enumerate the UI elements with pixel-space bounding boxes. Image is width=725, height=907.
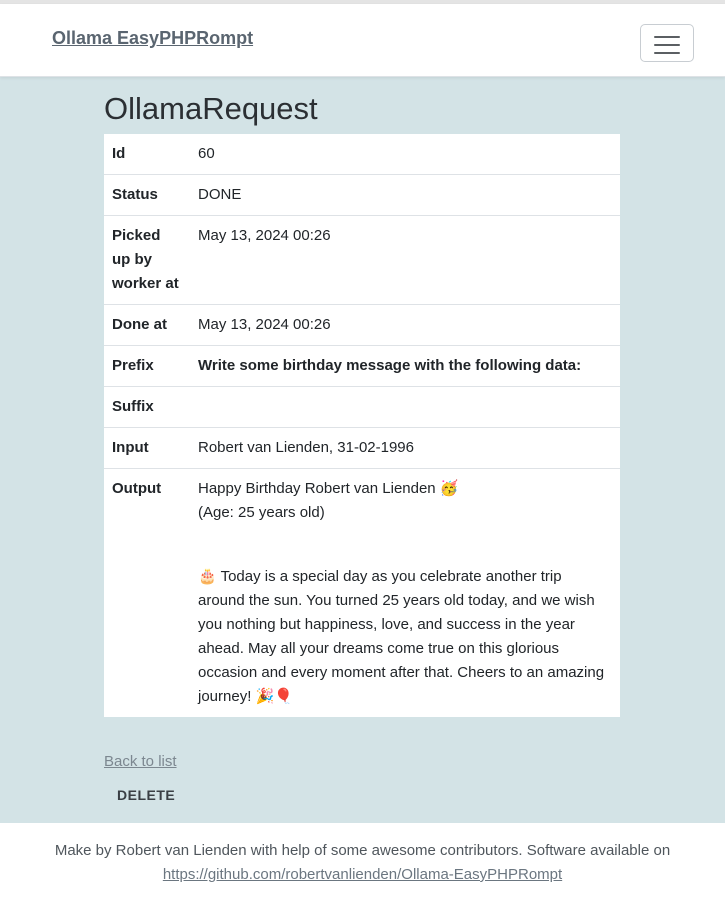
table-row: Done at May 13, 2024 00:26 bbox=[104, 304, 620, 346]
navbar: Ollama EasyPHPRompt bbox=[0, 4, 725, 77]
table-row: Id 60 bbox=[104, 134, 620, 175]
hamburger-menu-icon bbox=[654, 36, 680, 60]
back-to-list-link[interactable]: Back to list bbox=[104, 753, 177, 770]
row-label-picked-up: Picked up by worker at bbox=[104, 215, 190, 305]
row-value-input: Robert van Lienden, 31-02-1996 bbox=[190, 427, 620, 469]
row-label-input: Input bbox=[104, 427, 190, 469]
table-row: Prefix Write some birthday message with … bbox=[104, 345, 620, 387]
row-label-id: Id bbox=[112, 145, 126, 162]
delete-button[interactable]: DELETE bbox=[104, 781, 188, 809]
table-row: Status DONE bbox=[104, 174, 620, 216]
navbar-toggler-button[interactable] bbox=[640, 24, 694, 62]
row-value-prefix: Write some birthday message with the fol… bbox=[190, 345, 620, 387]
row-label-done-at: Done at bbox=[104, 304, 190, 346]
page-title: OllamaRequest bbox=[104, 91, 318, 126]
output-age: (Age: 25 years old) bbox=[198, 504, 325, 521]
row-value-done-at: May 13, 2024 00:26 bbox=[190, 304, 620, 346]
row-label-status: Status bbox=[104, 174, 190, 216]
output-paragraph: 🎂 Today is a special day as you celebrat… bbox=[198, 568, 605, 705]
row-value-suffix bbox=[190, 386, 620, 428]
row-label-output: Output bbox=[104, 468, 190, 717]
github-link[interactable]: https://github.com/robertvanlienden/Olla… bbox=[163, 866, 562, 883]
brand-link[interactable]: Ollama EasyPHPRompt bbox=[52, 28, 253, 49]
row-value-picked-up: May 13, 2024 00:26 bbox=[190, 215, 620, 305]
details-table: Id 60 Status DONE Picked up by worker at… bbox=[104, 134, 620, 717]
table-row: Suffix bbox=[104, 386, 620, 428]
row-value-id: 60 bbox=[198, 145, 215, 162]
output-greeting: Happy Birthday Robert van Lienden 🥳 bbox=[198, 480, 459, 497]
table-row: Output Happy Birthday Robert van Lienden… bbox=[104, 468, 620, 717]
table-row: Picked up by worker at May 13, 2024 00:2… bbox=[104, 215, 620, 305]
row-value-output: Happy Birthday Robert van Lienden 🥳 (Age… bbox=[190, 468, 620, 717]
footer-text: Make by Robert van Lienden with help of … bbox=[54, 842, 671, 859]
table-row: Input Robert van Lienden, 31-02-1996 bbox=[104, 427, 620, 469]
row-label-suffix: Suffix bbox=[104, 386, 190, 428]
row-value-status: DONE bbox=[190, 174, 620, 216]
footer: Make by Robert van Lienden with help of … bbox=[0, 823, 725, 907]
output-spacer bbox=[198, 525, 612, 565]
row-label-prefix: Prefix bbox=[104, 345, 190, 387]
